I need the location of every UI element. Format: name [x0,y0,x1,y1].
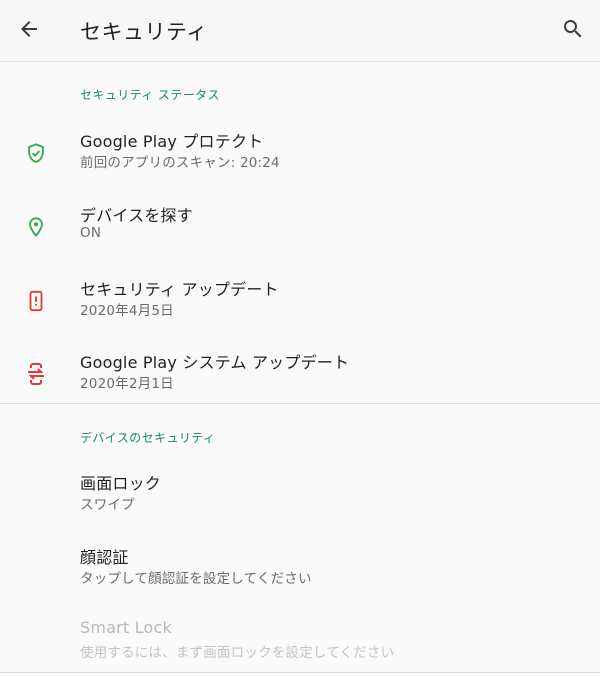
list-item-play-protect[interactable]: Google Play プロテクト 前回のアプリのスキャン: 20:24 [0,128,600,198]
search-icon [564,20,582,38]
item-subtitle: タップして顔認証を設定してください [80,571,312,587]
security-settings-screen: セキュリティ セキュリティ ステータス Google Play プロテクト 前回… [0,0,600,676]
item-title: セキュリティ アップデート [80,280,279,299]
page-title: セキュリティ [80,20,208,44]
item-title: 顔認証 [80,548,129,567]
list-item-system-update[interactable]: Google Play システム アップデート 2020年2月1日 [0,349,600,419]
item-title: デバイスを探す [80,206,193,225]
section-header-device-security: デバイスのセキュリティ [80,431,216,445]
list-item-face-unlock[interactable]: 顔認証 タップして顔認証を設定してください [0,544,600,614]
item-subtitle: 前回のアプリのスキャン: 20:24 [80,155,280,171]
item-title: Smart Lock [80,618,172,637]
item-title: Google Play システム アップデート [80,353,350,372]
list-item-smart-lock: Smart Lock 使用するには、まず画面ロックを設定してください [0,618,600,676]
item-subtitle: 2020年2月1日 [80,376,174,392]
location-pin-icon [23,214,49,240]
item-title: Google Play プロテクト [80,132,264,151]
list-item-security-update[interactable]: セキュリティ アップデート 2020年4月5日 [0,276,600,346]
phone-alert-icon [23,288,49,314]
item-subtitle: 2020年4月5日 [80,303,174,319]
item-subtitle: ON [80,225,102,241]
list-item-screen-lock[interactable]: 画面ロック スワイプ [0,470,600,540]
bottom-divider [0,672,600,673]
search-button[interactable] [558,14,588,44]
list-item-find-my-device[interactable]: デバイスを探す ON [0,202,600,272]
section-divider [0,403,600,404]
item-subtitle: 使用するには、まず画面ロックを設定してください [80,645,395,661]
section-header-security-status: セキュリティ ステータス [80,88,220,102]
app-bar: セキュリティ [0,0,600,62]
item-subtitle: スワイプ [80,497,135,513]
back-button[interactable] [13,13,45,45]
shield-check-icon [23,140,49,166]
item-title: 画面ロック [80,474,162,493]
arrow-back-icon [21,21,37,37]
system-update-icon [23,361,49,387]
